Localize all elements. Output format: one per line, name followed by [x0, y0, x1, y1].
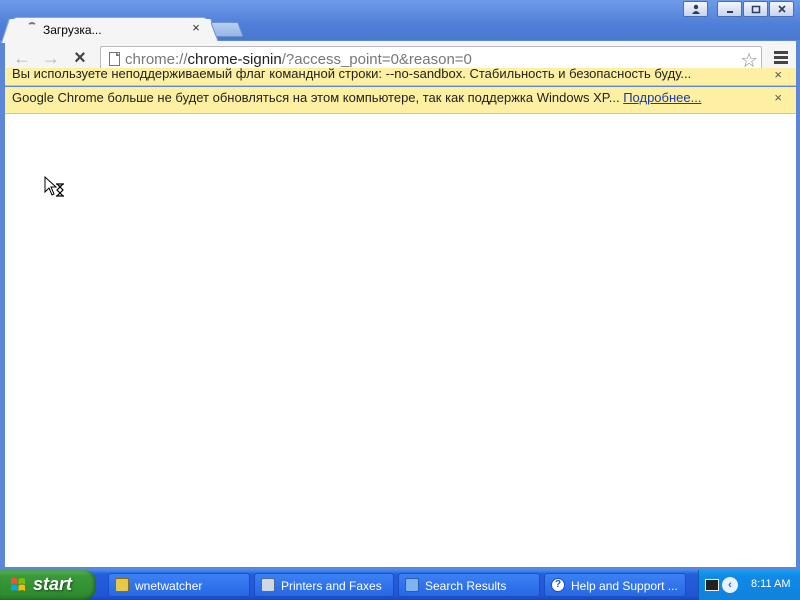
- page-content: [5, 114, 796, 567]
- infobar-message: Google Chrome больше не будет обновлятьс…: [12, 90, 702, 105]
- app-icon: [115, 578, 129, 592]
- loading-throbber-icon: [27, 22, 37, 32]
- new-tab-button[interactable]: [210, 22, 244, 37]
- profile-button[interactable]: [683, 1, 708, 17]
- start-label: start: [33, 574, 73, 594]
- show-hidden-icons-button[interactable]: ‹: [722, 577, 738, 593]
- busy-cursor-icon: [44, 176, 64, 197]
- learn-more-link[interactable]: Подробнее...: [623, 90, 701, 105]
- caption-buttons: [683, 1, 794, 17]
- back-button[interactable]: ←: [10, 47, 34, 69]
- taskbar-item-wnetwatcher[interactable]: wnetwatcher: [108, 573, 250, 597]
- taskbar-item-help[interactable]: ? Help and Support ...: [544, 573, 686, 597]
- taskbar-item-label: Printers and Faxes: [281, 579, 382, 593]
- forward-button[interactable]: →: [39, 47, 63, 69]
- stop-button[interactable]: ×: [68, 47, 92, 69]
- chrome-window: Загрузка... × ← → × chrome://chrome-sign…: [0, 0, 800, 570]
- taskbar-item-label: Search Results: [425, 579, 507, 593]
- close-icon: [777, 5, 786, 13]
- infobar-unsupported-flag: Вы используете неподдерживаемый флаг ком…: [5, 68, 796, 86]
- user-icon: [691, 4, 700, 14]
- maximize-button[interactable]: [743, 1, 768, 17]
- chrome-menu-icon[interactable]: [774, 51, 788, 66]
- taskbar-item-label: Help and Support ...: [571, 579, 678, 593]
- windows-logo-icon: [11, 578, 25, 591]
- clock[interactable]: 8:11 AM: [751, 578, 791, 590]
- taskbar-item-label: wnetwatcher: [135, 579, 203, 593]
- taskbar-item-search[interactable]: Search Results: [398, 573, 540, 597]
- keyboard-icon[interactable]: [705, 579, 719, 591]
- taskbar-item-printers[interactable]: Printers and Faxes: [254, 573, 394, 597]
- search-results-icon: [405, 578, 419, 592]
- minimize-icon: [726, 11, 733, 13]
- infobar-xp-unsupported: Google Chrome больше не будет обновлятьс…: [5, 87, 796, 114]
- printer-icon: [261, 578, 275, 592]
- tab-close-icon[interactable]: ×: [189, 21, 203, 35]
- restore-icon: [751, 5, 760, 14]
- url-text: chrome://chrome-signin/?access_point=0&r…: [125, 51, 472, 68]
- close-button[interactable]: [769, 1, 794, 17]
- page-icon: [109, 52, 120, 66]
- system-tray: ‹ 8:11 AM: [698, 570, 800, 600]
- start-button[interactable]: start: [0, 570, 96, 600]
- infobar-message: Вы используете неподдерживаемый флаг ком…: [12, 68, 692, 81]
- help-icon: ?: [551, 578, 565, 592]
- taskbar: start wnetwatcher Printers and Faxes Sea…: [0, 570, 800, 600]
- tab-active[interactable]: Загрузка... ×: [12, 17, 208, 42]
- infobar-close-icon[interactable]: ×: [774, 68, 782, 82]
- minimize-button[interactable]: [717, 1, 742, 17]
- infobar-close-icon[interactable]: ×: [774, 90, 782, 105]
- tab-title: Загрузка...: [43, 23, 102, 37]
